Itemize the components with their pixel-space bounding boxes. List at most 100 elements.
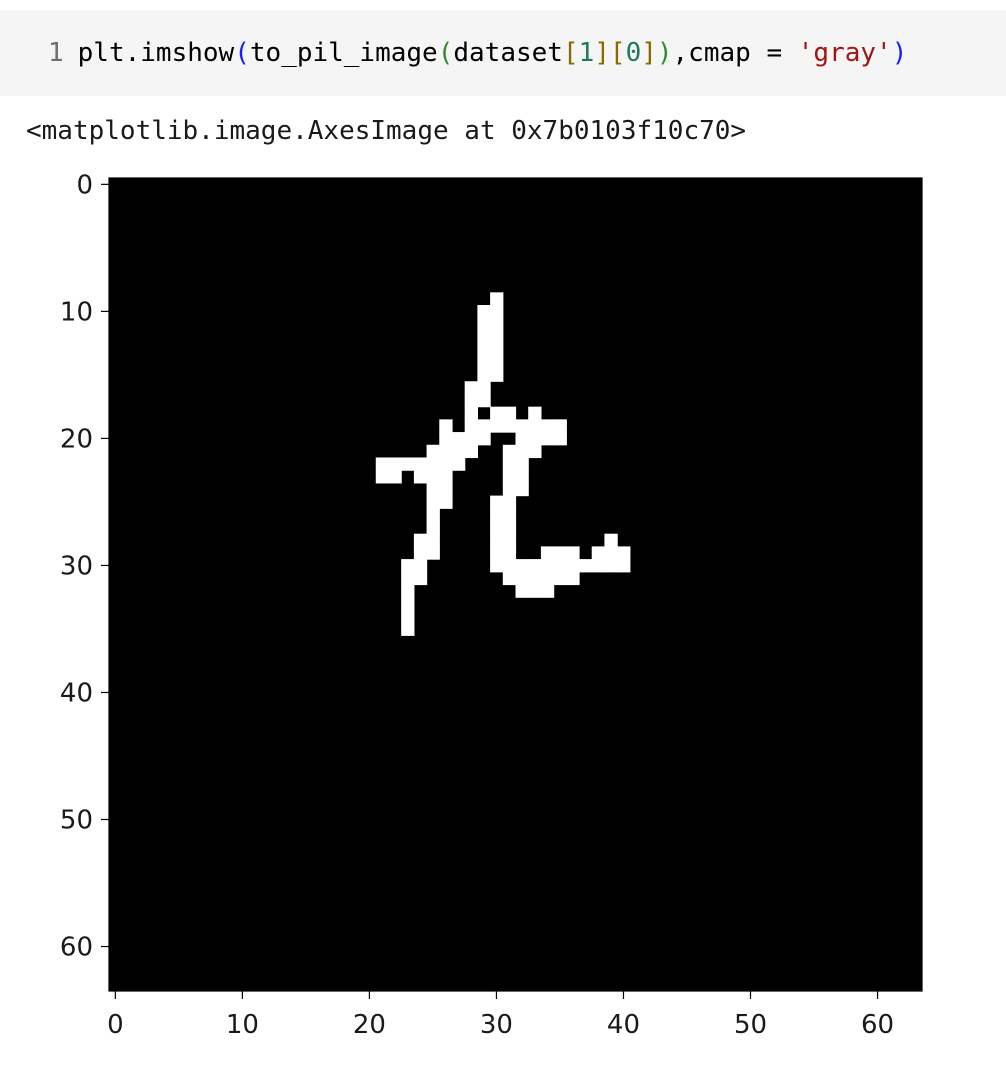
x-tick-label: 30: [480, 1010, 513, 1040]
image-pixel: [426, 482, 440, 497]
image-pixel: [490, 546, 504, 560]
y-tick-label: 60: [60, 933, 93, 963]
image-pixel: [591, 546, 606, 560]
image-pixel: [477, 330, 491, 344]
image-pixel: [502, 457, 517, 471]
image-pixel: [566, 546, 580, 560]
code-line[interactable]: 1 plt.imshow(to_pil_image(dataset[1][0]),…: [48, 36, 907, 70]
image-pixel: [566, 571, 580, 586]
image-pixel: [528, 432, 542, 446]
image-figure: 0 10 20 30 40 50 60 0 10 20 30 40 50 60: [0, 160, 1006, 1060]
image-pixel: [426, 444, 440, 459]
image-pixel: [464, 419, 478, 433]
image-pixel: [451, 457, 466, 471]
code-token-cmap: ,cmap =: [672, 38, 798, 68]
image-pixel: [490, 355, 504, 370]
image-pixel: [401, 622, 415, 636]
x-tick-label: 0: [107, 1010, 124, 1040]
image-pixel: [490, 330, 504, 344]
image-pixel: [401, 571, 415, 586]
image-pixel: [439, 457, 453, 471]
image-pixel: [477, 317, 491, 332]
image-pixel: [540, 571, 555, 586]
code-token-bracket: ]: [641, 38, 657, 68]
code-token-bracket: [: [609, 38, 626, 68]
image-pixel: [490, 520, 504, 535]
image-pixel: [401, 597, 415, 611]
image-pixel: [540, 419, 555, 433]
image-pixel: [540, 559, 555, 573]
image-pixel: [375, 457, 390, 471]
image-pixel: [502, 533, 517, 547]
image-pixel: [426, 495, 440, 509]
image-pixel: [401, 609, 415, 624]
image-pixel: [413, 571, 428, 586]
image-pixel: [490, 368, 504, 382]
image-pixel: [502, 444, 517, 459]
image-pixel: [502, 482, 517, 497]
line-number: 1: [48, 38, 64, 68]
image-pixel: [528, 584, 542, 598]
image-pixel: [528, 444, 542, 459]
image-pixel: [413, 470, 428, 484]
image-pixel: [490, 305, 504, 319]
image-pixel: [553, 432, 567, 446]
image-pixel: [502, 520, 517, 535]
image-pixel: [502, 406, 517, 420]
image-pixel: [477, 368, 491, 382]
code-token-paren: ): [656, 38, 673, 68]
image-pixel: [388, 470, 402, 484]
code-token-number: 1: [578, 38, 595, 68]
image-pixel: [553, 546, 567, 560]
image-pixel: [540, 546, 555, 560]
image-pixel: [502, 419, 517, 433]
image-pixel: [401, 584, 415, 598]
image-pixel: [515, 482, 529, 497]
image-pixel: [515, 571, 529, 586]
code-cell[interactable]: 1 plt.imshow(to_pil_image(dataset[1][0]),…: [0, 10, 1006, 96]
image-pixel: [426, 470, 440, 484]
cell-output-text: <matplotlib.image.AxesImage at 0x7b0103f…: [26, 116, 747, 146]
image-pixel: [490, 508, 504, 522]
image-pixel: [477, 381, 491, 395]
image-pixel: [464, 444, 478, 459]
code-token-string: 'gray': [797, 38, 892, 68]
image-pixel: [439, 419, 453, 433]
code-token-paren: (: [234, 38, 250, 68]
image-pixel: [553, 559, 567, 573]
image-pixel: [502, 559, 517, 573]
image-pixel: [439, 444, 453, 459]
image-pixel: [591, 559, 606, 573]
image-pixel: [502, 470, 517, 484]
image-pixel: [426, 457, 440, 471]
image-pixel: [553, 419, 567, 433]
y-tick-label: 0: [76, 170, 93, 200]
image-pixel: [477, 419, 491, 433]
image-pixel: [413, 559, 428, 573]
image-pixel: [617, 559, 631, 573]
image-pixel: [426, 508, 440, 522]
image-pixel: [515, 584, 529, 598]
image-pixel: [490, 343, 504, 357]
image-pixel: [451, 444, 466, 459]
y-tick-label: 30: [60, 551, 93, 581]
image-pixel: [439, 432, 453, 446]
image-pixel: [604, 533, 618, 547]
code-token-paren: (: [437, 38, 454, 68]
image-pixel: [375, 470, 390, 484]
image-pixel: [515, 444, 529, 459]
x-tick-label: 50: [734, 1010, 767, 1040]
image-pixel: [528, 571, 542, 586]
image-pixel: [477, 432, 491, 446]
code-token-plt: plt.imshow: [77, 38, 235, 68]
image-pixel: [477, 305, 491, 319]
image-pixel: [540, 432, 555, 446]
image-pixel: [477, 393, 491, 408]
image-pixel: [388, 457, 402, 471]
x-tick-label: 20: [353, 1010, 386, 1040]
image-pixel: [477, 343, 491, 357]
image-pixel: [464, 432, 478, 446]
image-pixel: [401, 559, 415, 573]
code-token-func: to_pil_image: [249, 38, 438, 68]
image-pixel: [439, 470, 453, 484]
